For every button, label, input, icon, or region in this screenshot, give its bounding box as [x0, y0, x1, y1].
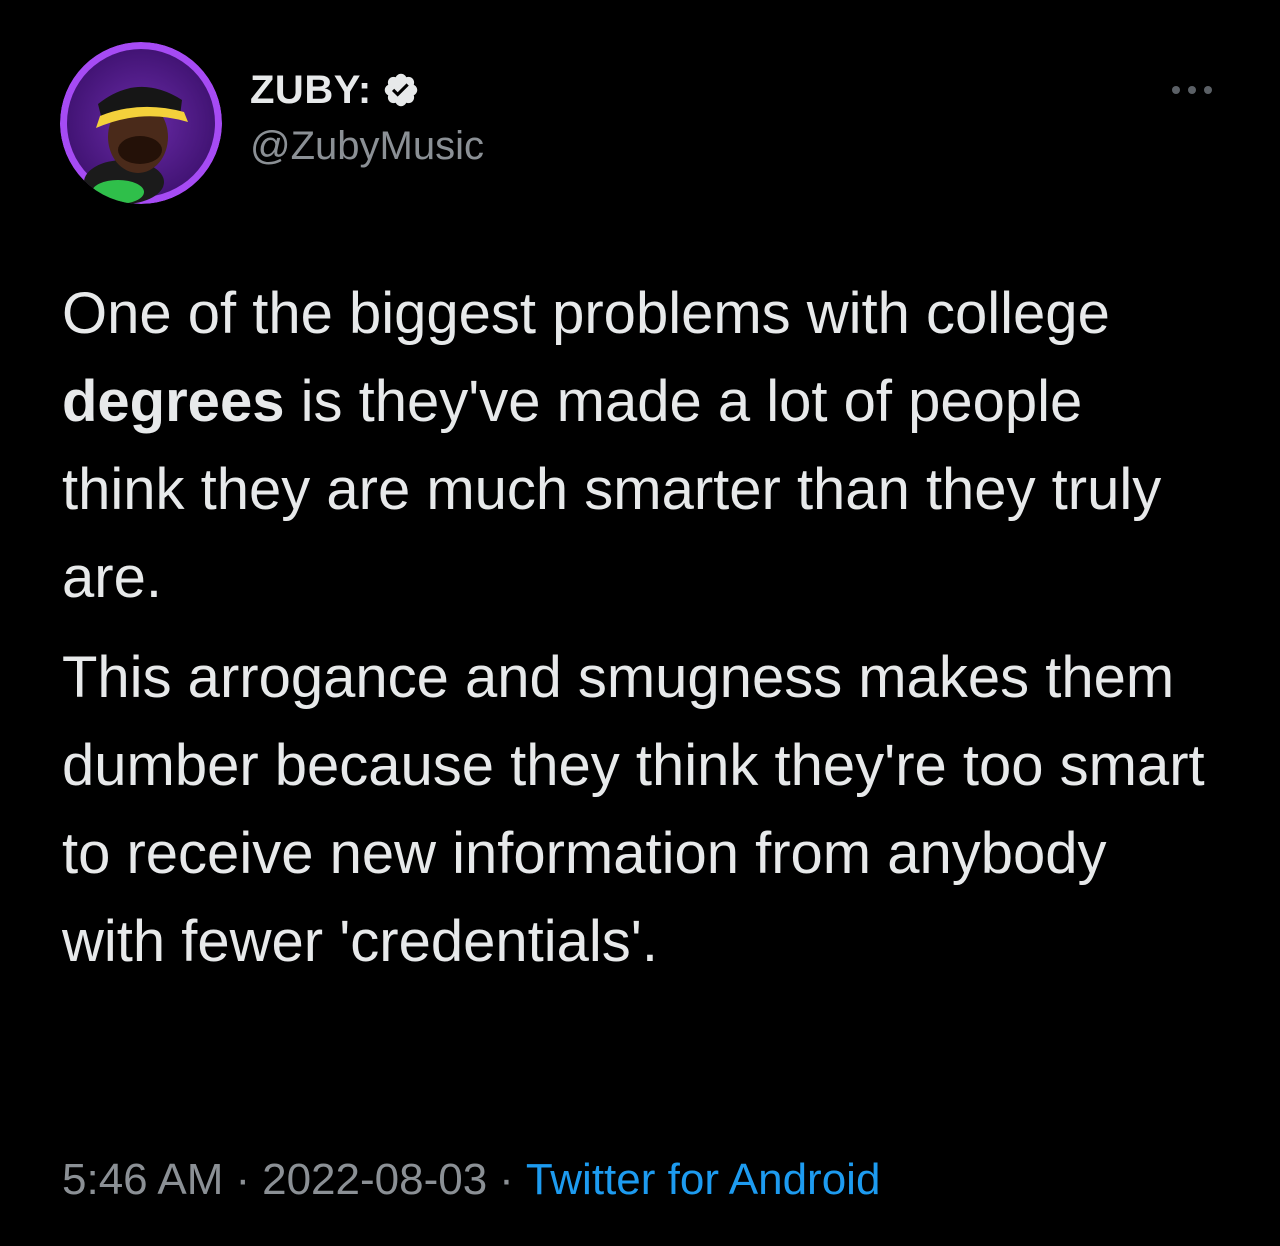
author-block: ZUBY: @ZubyMusic [250, 66, 484, 169]
more-options-icon[interactable] [1168, 80, 1216, 100]
avatar[interactable] [60, 42, 222, 204]
meta-separator: · [499, 1155, 514, 1204]
tweet-date[interactable]: 2022-08-03 [262, 1155, 487, 1204]
tweet-text-segment: One of the biggest problems with college [62, 281, 1110, 346]
tweet-metadata: 5:46 AM · 2022-08-03 · Twitter for Android [62, 1155, 880, 1205]
tweet-time[interactable]: 5:46 AM [62, 1155, 223, 1204]
name-row: ZUBY: [250, 66, 484, 114]
tweet-text: One of the biggest problems with college… [62, 270, 1212, 986]
tweet-source-link[interactable]: Twitter for Android [526, 1155, 881, 1204]
verified-badge-icon [382, 71, 420, 109]
tweet-text-bold: degrees [62, 369, 285, 434]
tweet-paragraph-1: One of the biggest problems with college… [62, 270, 1212, 622]
tweet: ZUBY: @ZubyMusic One of the biggest prob… [0, 0, 1280, 1246]
meta-separator: · [235, 1155, 251, 1204]
tweet-paragraph-2: This arrogance and smugness makes them d… [62, 645, 1205, 974]
display-name[interactable]: ZUBY: [250, 68, 372, 113]
user-handle[interactable]: @ZubyMusic [250, 124, 484, 169]
